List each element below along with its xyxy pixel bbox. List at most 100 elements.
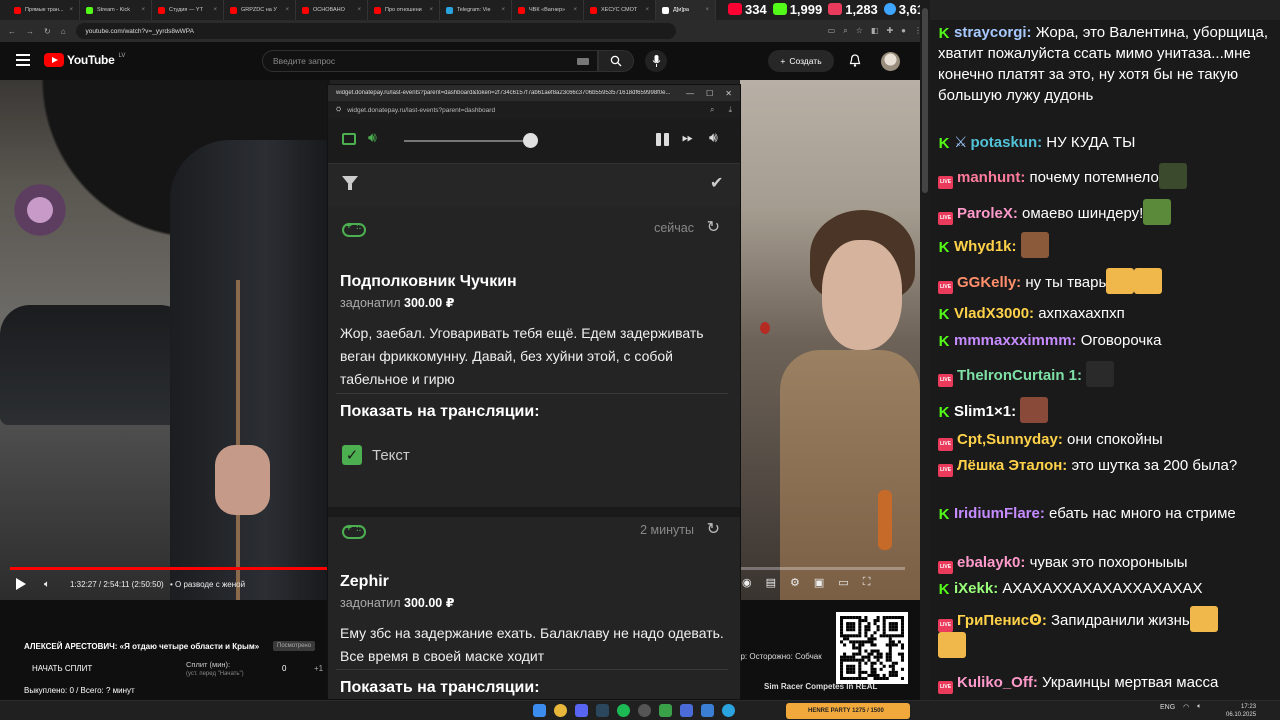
- zoom-icon[interactable]: ⌕: [710, 105, 714, 115]
- back-icon[interactable]: ←: [8, 27, 16, 36]
- star-icon[interactable]: ☆: [856, 26, 863, 36]
- extension-icon[interactable]: ◧: [871, 26, 879, 36]
- language-indicator[interactable]: ENG: [1160, 704, 1175, 711]
- reload-icon[interactable]: ↻: [44, 27, 51, 36]
- tab-close-icon[interactable]: ×: [285, 7, 289, 13]
- speaker-icon[interactable]: 🔈︎: [1197, 703, 1201, 711]
- chat-nickname[interactable]: TheIronCurtain 1:: [957, 367, 1082, 384]
- telegram-icon[interactable]: [722, 704, 735, 717]
- app-icon[interactable]: [701, 704, 714, 717]
- chat-nickname[interactable]: ebalayk0:: [957, 554, 1025, 571]
- split-plus-button[interactable]: +1: [314, 664, 323, 673]
- volume-icon[interactable]: 🔈︎: [44, 579, 50, 590]
- home-icon[interactable]: ⌂: [61, 27, 66, 36]
- tab-close-icon[interactable]: ×: [573, 7, 577, 13]
- hamburger-menu-icon[interactable]: [16, 54, 30, 66]
- volume-icon[interactable]: 🔊︎: [709, 129, 718, 146]
- split-value-input[interactable]: 0: [282, 664, 286, 673]
- chat-nickname[interactable]: ParoleX:: [957, 205, 1018, 222]
- skip-forward-icon[interactable]: ⏩︎: [682, 129, 693, 146]
- search-button[interactable]: [598, 50, 634, 72]
- download-icon[interactable]: ⤓: [728, 105, 732, 115]
- chat-nickname[interactable]: Slim1×1:: [954, 403, 1016, 420]
- replay-icon[interactable]: ↻: [707, 217, 720, 237]
- chat-nickname[interactable]: GGKelly:: [957, 274, 1021, 291]
- chat-nickname[interactable]: IridiumFlare:: [954, 505, 1045, 522]
- pause-icon[interactable]: [656, 133, 669, 146]
- chat-nickname[interactable]: Whyd1k:: [954, 238, 1017, 255]
- tab-close-icon[interactable]: ×: [429, 7, 433, 13]
- create-button[interactable]: + Создать: [768, 50, 834, 72]
- zoom-icon[interactable]: ⌕: [843, 26, 847, 36]
- maximize-icon[interactable]: ☐: [706, 89, 713, 98]
- chapter-link[interactable]: • О разводе с женой: [170, 580, 245, 589]
- chat-scrollbar[interactable]: [920, 0, 930, 700]
- tab-close-icon[interactable]: ×: [141, 7, 145, 13]
- youtube-logo[interactable]: YouTube LV: [44, 53, 125, 67]
- subtitles-icon[interactable]: ▤: [766, 576, 776, 589]
- theater-mode-icon[interactable]: ▭: [838, 576, 848, 589]
- chat-nickname[interactable]: Лёшка Эталон:: [957, 457, 1067, 474]
- windows-start-icon[interactable]: [533, 704, 546, 717]
- chat-nickname[interactable]: iXekk:: [954, 580, 998, 597]
- obs-icon[interactable]: [638, 704, 651, 717]
- voice-search-button[interactable]: [645, 50, 667, 72]
- browser-tab[interactable]: GRPZDC на У ×: [224, 0, 296, 20]
- tab-close-icon[interactable]: ×: [213, 7, 217, 13]
- fullscreen-icon[interactable]: ⛶: [863, 576, 871, 589]
- chat-nickname[interactable]: ГриПенисꙨ:: [957, 612, 1047, 629]
- tab-close-icon[interactable]: ×: [705, 7, 709, 13]
- keyboard-icon[interactable]: [577, 58, 589, 65]
- tab-close-icon[interactable]: ×: [357, 7, 361, 13]
- clock[interactable]: 17:23 06.10.2025: [1226, 703, 1256, 719]
- cast-icon[interactable]: ▭: [828, 26, 836, 36]
- replay-icon[interactable]: ↻: [707, 519, 720, 539]
- sound-toggle-icon[interactable]: 🔊︎: [368, 129, 377, 146]
- browser-tab[interactable]: Прямые тран... ×: [8, 0, 80, 20]
- chat-nickname[interactable]: VladX3000:: [954, 305, 1034, 322]
- browser-tab[interactable]: Д[и]ра ×: [656, 0, 716, 20]
- chat-nickname[interactable]: straycorgi:: [954, 24, 1032, 41]
- popup-url[interactable]: widget.donatepay.ru/last-events?parent=d…: [347, 107, 495, 114]
- notifications-bell-icon[interactable]: [849, 54, 861, 72]
- profile-icon[interactable]: ●: [901, 26, 906, 36]
- app-icon[interactable]: [659, 704, 672, 717]
- play-button[interactable]: [16, 578, 26, 590]
- site-info-icon[interactable]: ⛭: [336, 106, 341, 114]
- browser-tab[interactable]: ЧВК «Вагнер» ×: [512, 0, 584, 20]
- start-split-button[interactable]: НАЧАТЬ СПЛИТ: [32, 664, 92, 673]
- miniplayer-icon[interactable]: ▣: [814, 576, 824, 589]
- chat-nickname[interactable]: Kuliko_Off:: [957, 674, 1038, 691]
- tab-close-icon[interactable]: ×: [501, 7, 505, 13]
- minimize-icon[interactable]: —: [686, 89, 694, 98]
- browser-tab[interactable]: Про отношени ×: [368, 0, 440, 20]
- forward-icon[interactable]: →: [26, 27, 34, 36]
- discord-icon[interactable]: [575, 704, 588, 717]
- recommendation-title[interactable]: ор: Осторожно: Собчак: [736, 652, 822, 661]
- volume-slider[interactable]: [404, 140, 532, 142]
- avatar[interactable]: [881, 52, 900, 71]
- wifi-icon[interactable]: ◠: [1183, 703, 1189, 711]
- url-field[interactable]: youtube.com/watch?v=_yyrds8wWPA: [75, 23, 676, 39]
- browser-tab[interactable]: Stream - Kick ×: [80, 0, 152, 20]
- browser-tab[interactable]: Telegram: Vie ×: [440, 0, 512, 20]
- settings-gear-icon[interactable]: ⚙: [790, 576, 800, 589]
- close-icon[interactable]: ✕: [725, 89, 732, 98]
- video-toggle-icon[interactable]: [342, 133, 356, 145]
- browser-tab[interactable]: Студия — YT ×: [152, 0, 224, 20]
- text-checkbox[interactable]: ✓: [342, 445, 362, 465]
- chrome-icon[interactable]: [554, 704, 567, 717]
- mark-all-read-icon[interactable]: ✔: [710, 173, 723, 193]
- steam-icon[interactable]: [596, 704, 609, 717]
- chat-nickname[interactable]: Cpt,Sunnyday:: [957, 431, 1063, 448]
- scrollbar-thumb[interactable]: [922, 8, 928, 193]
- tab-close-icon[interactable]: ×: [69, 7, 73, 13]
- volume-slider-knob[interactable]: [523, 133, 538, 148]
- chat-nickname[interactable]: potaskun:: [970, 134, 1042, 151]
- search-input[interactable]: Введите запрос: [262, 50, 598, 72]
- spotify-icon[interactable]: [617, 704, 630, 717]
- chat-nickname[interactable]: mmmaxxximmm:: [954, 332, 1077, 349]
- browser-tab[interactable]: ОСНОВАНО ×: [296, 0, 368, 20]
- autoplay-toggle-icon[interactable]: ◉: [742, 576, 752, 589]
- tab-close-icon[interactable]: ×: [645, 7, 649, 13]
